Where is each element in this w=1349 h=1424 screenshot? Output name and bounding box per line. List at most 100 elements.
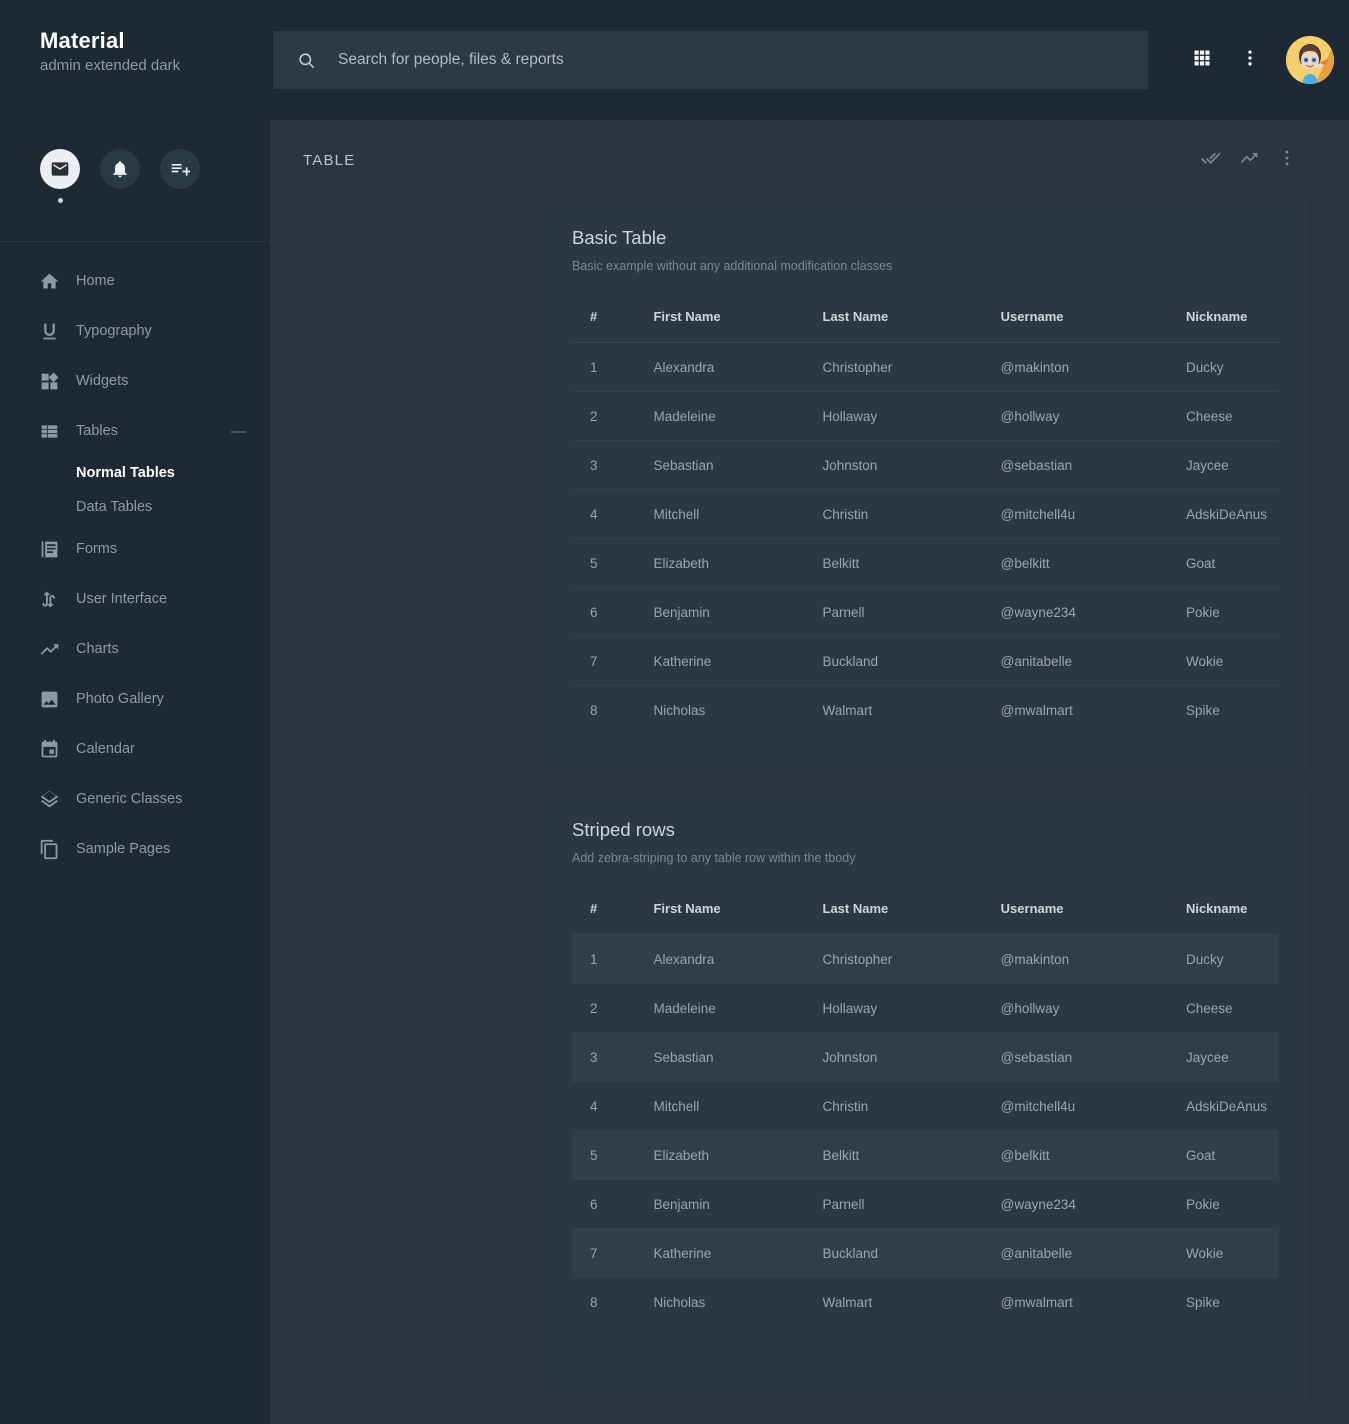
cell-username: @makinton [982,342,1168,392]
table-row[interactable]: 1 Alexandra Christopher @makinton Ducky [572,934,1279,984]
sidebar-item-typography[interactable]: Typography [0,306,270,356]
sidebar-item-generic-classes[interactable]: Generic Classes [0,774,270,824]
apps-button[interactable] [1178,36,1226,84]
playlist-add-button[interactable] [160,149,200,189]
sidebar-item-sample-pages[interactable]: Sample Pages [0,824,270,874]
cell-last-name: Hollaway [804,983,983,1033]
table-header-row: # First Name Last Name Username Nickname [572,301,1279,343]
cell-last-name: Walmart [822,1295,873,1310]
cell-num: 2 [572,983,636,1033]
table-list-icon [38,420,60,442]
cell-num: 1 [572,934,636,984]
cell-last-name: Walmart [822,703,873,718]
cell-last-name: Buckland [804,1228,983,1278]
table-row[interactable]: 7 Katherine Buckland @anitabelle Wokie [572,1228,1279,1278]
cell-first-name: Madeleine [635,391,805,441]
table-row[interactable]: 5 Elizabeth Belkitt @belkitt Goat [572,538,1279,588]
striped-table: # First Name Last Name Username Nickname… [572,893,1279,1326]
table-body: 1 Alexandra Christopher @makinton Ducky 2 Made… [572,934,1279,1327]
table-body: 1 Alexandra Christopher @makinton Ducky 2 Made… [572,342,1279,735]
sidebar-item-tables[interactable]: Tables — [0,406,270,456]
cell-last-name: Buckland [804,636,983,686]
sidebar-item-home[interactable]: Home [0,256,270,306]
done-all-icon[interactable] [1201,148,1221,173]
table-row[interactable]: 8 Nicholas Walmart @mwalmart Spike [572,686,1279,735]
sidebar-item-user-interface[interactable]: User Interface [0,574,270,624]
table-row[interactable]: 5 Elizabeth Belkitt @belkitt Goat [572,1130,1279,1180]
bell-button[interactable] [100,149,140,189]
cell-username: @anitabelle [982,1228,1168,1278]
cell-num: 6 [572,587,636,637]
table-row[interactable]: 2 Madeleine Hollaway @hollway Cheese [572,391,1279,441]
table-row[interactable]: 3 Sebastian Johnston @sebastian Jaycee [572,1032,1279,1082]
table-row[interactable]: 1 Alexandra Christopher @makinton Ducky [572,342,1279,392]
topbar-actions [1178,31,1334,89]
column-header-username[interactable]: Username [982,893,1168,935]
more-vertical-icon[interactable] [1277,148,1297,173]
mail-button[interactable] [40,149,80,189]
home-icon [38,270,60,292]
chevron-collapse-icon[interactable]: — [231,424,246,439]
column-header-last-name[interactable]: Last Name [804,301,983,343]
table-head: # First Name Last Name Username Nickname [572,301,1279,343]
cell-username: @mitchell4u [982,489,1168,539]
table-row[interactable]: 3 Sebastian Johnston @sebastian Jaycee [572,440,1279,490]
cell-username: @sebastian [982,440,1168,490]
cell-username: @sebastian [982,1032,1168,1082]
search-box[interactable] [273,31,1148,89]
column-header-username[interactable]: Username [982,301,1168,343]
cell-nickname: Ducky [1167,342,1279,392]
cell-last-name: Johnston [804,440,983,490]
main-area: TABLE Basic Table Basic example without [270,0,1349,1424]
cell-last-name: Christopher [804,934,983,984]
mail-icon [51,162,69,176]
trending-up-icon[interactable] [1239,148,1259,173]
quick-action-mail[interactable] [40,149,80,203]
sidebar-item-calendar[interactable]: Calendar [0,724,270,774]
cell-nickname: Cheese [1167,983,1279,1033]
avatar[interactable] [1286,36,1334,84]
cell-num: 4 [572,1081,636,1131]
mail-active-dot [57,198,63,203]
forms-icon [38,538,60,560]
sidebar-item-data-tables[interactable]: Data Tables [0,490,270,524]
cell-first-name: Katherine [635,1228,805,1278]
cell-first-name: Nicholas [653,1295,706,1310]
table-row[interactable]: 2 Madeleine Hollaway @hollway Cheese [572,983,1279,1033]
cell-username: @belkitt [982,1130,1168,1180]
sidebar-item-forms[interactable]: Forms [0,524,270,574]
search-input[interactable] [338,51,1038,69]
column-header-num[interactable]: # [572,893,636,935]
column-header-first-name[interactable]: First Name [635,893,805,935]
column-header-first-name[interactable]: First Name [635,301,805,343]
sidebar-item-charts[interactable]: Charts [0,624,270,674]
cell-nickname: AdskiDeAnus [1167,489,1279,539]
swap-vertical-icon [38,588,60,610]
table-row[interactable]: 4 Mitchell Christin @mitchell4u AdskiDeAnus [572,489,1279,539]
search-icon [297,51,316,70]
cell-last-name: Christin [804,1081,983,1131]
column-header-nickname[interactable]: Nickname [1167,893,1279,935]
sidebar-item-widgets[interactable]: Widgets [0,356,270,406]
topbar-more-button[interactable] [1226,36,1274,84]
card-title: Basic Table [572,227,667,248]
sidebar-item-normal-tables[interactable]: Normal Tables [0,456,270,490]
table-row[interactable]: 7 Katherine Buckland @anitabelle Wokie [572,636,1279,686]
table-row[interactable]: 8 Nicholas Walmart @mwalmart Spike [572,1278,1279,1327]
column-header-nickname[interactable]: Nickname [1167,301,1279,343]
table-row[interactable]: 6 Benjamin Parnell @wayne234 Pokie [572,587,1279,637]
column-header-last-name[interactable]: Last Name [804,893,983,935]
quick-action-playlist-add[interactable] [160,149,200,189]
table-row[interactable]: 6 Benjamin Parnell @wayne234 Pokie [572,1179,1279,1229]
cell-username: @mwalmart [1000,703,1073,718]
column-header-num[interactable]: # [572,301,636,343]
cell-username: @wayne234 [982,1179,1168,1229]
sidebar-item-photo-gallery[interactable]: Photo Gallery [0,674,270,724]
table-row[interactable]: 4 Mitchell Christin @mitchell4u AdskiDeAnus [572,1081,1279,1131]
cell-num: 6 [572,1179,636,1229]
page-header: TABLE [270,120,1329,200]
cell-num: 7 [572,636,636,686]
brand[interactable]: Material admin extended dark [0,0,270,77]
quick-action-notifications[interactable] [100,149,140,189]
page-header-actions [1201,148,1297,173]
